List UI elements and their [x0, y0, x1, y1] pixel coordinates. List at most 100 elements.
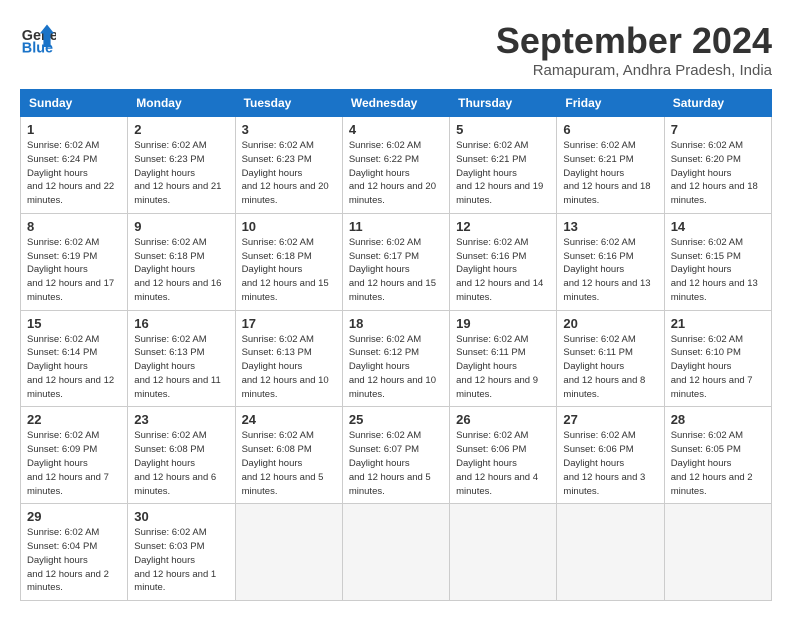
day-number: 6 [563, 122, 657, 137]
calendar-day [235, 504, 342, 601]
weekday-header-friday: Friday [557, 90, 664, 117]
calendar-day: 29 Sunrise: 6:02 AM Sunset: 6:04 PM Dayl… [21, 504, 128, 601]
calendar-day [342, 504, 449, 601]
weekday-header-wednesday: Wednesday [342, 90, 449, 117]
calendar-day: 5 Sunrise: 6:02 AM Sunset: 6:21 PM Dayli… [450, 117, 557, 214]
day-info: Sunrise: 6:02 AM Sunset: 6:08 PM Dayligh… [134, 429, 228, 498]
day-number: 1 [27, 122, 121, 137]
calendar-day: 17 Sunrise: 6:02 AM Sunset: 6:13 PM Dayl… [235, 310, 342, 407]
calendar-day: 21 Sunrise: 6:02 AM Sunset: 6:10 PM Dayl… [664, 310, 771, 407]
day-info: Sunrise: 6:02 AM Sunset: 6:16 PM Dayligh… [456, 236, 550, 305]
day-info: Sunrise: 6:02 AM Sunset: 6:20 PM Dayligh… [671, 139, 765, 208]
calendar-day [664, 504, 771, 601]
day-info: Sunrise: 6:02 AM Sunset: 6:07 PM Dayligh… [349, 429, 443, 498]
calendar-day: 14 Sunrise: 6:02 AM Sunset: 6:15 PM Dayl… [664, 213, 771, 310]
day-number: 22 [27, 412, 121, 427]
day-info: Sunrise: 6:02 AM Sunset: 6:10 PM Dayligh… [671, 333, 765, 402]
day-number: 17 [242, 316, 336, 331]
calendar-week-4: 22 Sunrise: 6:02 AM Sunset: 6:09 PM Dayl… [21, 407, 772, 504]
day-number: 18 [349, 316, 443, 331]
day-number: 21 [671, 316, 765, 331]
day-number: 23 [134, 412, 228, 427]
calendar-day: 6 Sunrise: 6:02 AM Sunset: 6:21 PM Dayli… [557, 117, 664, 214]
calendar-day: 3 Sunrise: 6:02 AM Sunset: 6:23 PM Dayli… [235, 117, 342, 214]
calendar-week-5: 29 Sunrise: 6:02 AM Sunset: 6:04 PM Dayl… [21, 504, 772, 601]
day-number: 24 [242, 412, 336, 427]
day-number: 7 [671, 122, 765, 137]
calendar-day: 12 Sunrise: 6:02 AM Sunset: 6:16 PM Dayl… [450, 213, 557, 310]
calendar-day: 25 Sunrise: 6:02 AM Sunset: 6:07 PM Dayl… [342, 407, 449, 504]
calendar-day: 2 Sunrise: 6:02 AM Sunset: 6:23 PM Dayli… [128, 117, 235, 214]
calendar-day: 20 Sunrise: 6:02 AM Sunset: 6:11 PM Dayl… [557, 310, 664, 407]
calendar-day: 22 Sunrise: 6:02 AM Sunset: 6:09 PM Dayl… [21, 407, 128, 504]
day-number: 3 [242, 122, 336, 137]
calendar-week-3: 15 Sunrise: 6:02 AM Sunset: 6:14 PM Dayl… [21, 310, 772, 407]
day-info: Sunrise: 6:02 AM Sunset: 6:19 PM Dayligh… [27, 236, 121, 305]
day-info: Sunrise: 6:02 AM Sunset: 6:03 PM Dayligh… [134, 526, 228, 595]
day-info: Sunrise: 6:02 AM Sunset: 6:23 PM Dayligh… [242, 139, 336, 208]
calendar-day: 4 Sunrise: 6:02 AM Sunset: 6:22 PM Dayli… [342, 117, 449, 214]
day-info: Sunrise: 6:02 AM Sunset: 6:06 PM Dayligh… [456, 429, 550, 498]
day-number: 30 [134, 509, 228, 524]
weekday-header-saturday: Saturday [664, 90, 771, 117]
day-info: Sunrise: 6:02 AM Sunset: 6:13 PM Dayligh… [134, 333, 228, 402]
day-info: Sunrise: 6:02 AM Sunset: 6:16 PM Dayligh… [563, 236, 657, 305]
weekday-header-row: SundayMondayTuesdayWednesdayThursdayFrid… [21, 90, 772, 117]
calendar-day: 28 Sunrise: 6:02 AM Sunset: 6:05 PM Dayl… [664, 407, 771, 504]
logo: General Blue [20, 20, 56, 56]
day-info: Sunrise: 6:02 AM Sunset: 6:15 PM Dayligh… [671, 236, 765, 305]
calendar-day: 9 Sunrise: 6:02 AM Sunset: 6:18 PM Dayli… [128, 213, 235, 310]
day-number: 13 [563, 219, 657, 234]
weekday-header-monday: Monday [128, 90, 235, 117]
calendar-day: 27 Sunrise: 6:02 AM Sunset: 6:06 PM Dayl… [557, 407, 664, 504]
calendar-day: 8 Sunrise: 6:02 AM Sunset: 6:19 PM Dayli… [21, 213, 128, 310]
calendar-day: 11 Sunrise: 6:02 AM Sunset: 6:17 PM Dayl… [342, 213, 449, 310]
calendar-day: 16 Sunrise: 6:02 AM Sunset: 6:13 PM Dayl… [128, 310, 235, 407]
page-header: General Blue September 2024 Ramapuram, A… [20, 20, 772, 79]
weekday-header-tuesday: Tuesday [235, 90, 342, 117]
day-info: Sunrise: 6:02 AM Sunset: 6:14 PM Dayligh… [27, 333, 121, 402]
calendar-day: 26 Sunrise: 6:02 AM Sunset: 6:06 PM Dayl… [450, 407, 557, 504]
weekday-header-sunday: Sunday [21, 90, 128, 117]
day-info: Sunrise: 6:02 AM Sunset: 6:22 PM Dayligh… [349, 139, 443, 208]
day-number: 16 [134, 316, 228, 331]
day-number: 29 [27, 509, 121, 524]
calendar-day [557, 504, 664, 601]
day-info: Sunrise: 6:02 AM Sunset: 6:21 PM Dayligh… [563, 139, 657, 208]
day-info: Sunrise: 6:02 AM Sunset: 6:05 PM Dayligh… [671, 429, 765, 498]
day-info: Sunrise: 6:02 AM Sunset: 6:24 PM Dayligh… [27, 139, 121, 208]
day-number: 14 [671, 219, 765, 234]
day-info: Sunrise: 6:02 AM Sunset: 6:08 PM Dayligh… [242, 429, 336, 498]
calendar-table: SundayMondayTuesdayWednesdayThursdayFrid… [20, 89, 772, 601]
day-number: 9 [134, 219, 228, 234]
month-title: September 2024 [496, 20, 772, 62]
day-info: Sunrise: 6:02 AM Sunset: 6:18 PM Dayligh… [134, 236, 228, 305]
day-number: 8 [27, 219, 121, 234]
calendar-day: 13 Sunrise: 6:02 AM Sunset: 6:16 PM Dayl… [557, 213, 664, 310]
day-info: Sunrise: 6:02 AM Sunset: 6:21 PM Dayligh… [456, 139, 550, 208]
day-info: Sunrise: 6:02 AM Sunset: 6:17 PM Dayligh… [349, 236, 443, 305]
day-info: Sunrise: 6:02 AM Sunset: 6:11 PM Dayligh… [563, 333, 657, 402]
calendar-day: 30 Sunrise: 6:02 AM Sunset: 6:03 PM Dayl… [128, 504, 235, 601]
calendar-day: 7 Sunrise: 6:02 AM Sunset: 6:20 PM Dayli… [664, 117, 771, 214]
day-number: 5 [456, 122, 550, 137]
day-number: 19 [456, 316, 550, 331]
logo-icon: General Blue [20, 20, 56, 56]
location: Ramapuram, Andhra Pradesh, India [496, 62, 772, 79]
day-number: 4 [349, 122, 443, 137]
calendar-day [450, 504, 557, 601]
day-number: 27 [563, 412, 657, 427]
calendar-week-1: 1 Sunrise: 6:02 AM Sunset: 6:24 PM Dayli… [21, 117, 772, 214]
day-info: Sunrise: 6:02 AM Sunset: 6:09 PM Dayligh… [27, 429, 121, 498]
day-info: Sunrise: 6:02 AM Sunset: 6:11 PM Dayligh… [456, 333, 550, 402]
day-number: 12 [456, 219, 550, 234]
day-number: 28 [671, 412, 765, 427]
day-info: Sunrise: 6:02 AM Sunset: 6:04 PM Dayligh… [27, 526, 121, 595]
calendar-day: 19 Sunrise: 6:02 AM Sunset: 6:11 PM Dayl… [450, 310, 557, 407]
day-info: Sunrise: 6:02 AM Sunset: 6:06 PM Dayligh… [563, 429, 657, 498]
calendar-day: 10 Sunrise: 6:02 AM Sunset: 6:18 PM Dayl… [235, 213, 342, 310]
day-number: 26 [456, 412, 550, 427]
calendar-day: 24 Sunrise: 6:02 AM Sunset: 6:08 PM Dayl… [235, 407, 342, 504]
calendar-day: 18 Sunrise: 6:02 AM Sunset: 6:12 PM Dayl… [342, 310, 449, 407]
day-number: 15 [27, 316, 121, 331]
